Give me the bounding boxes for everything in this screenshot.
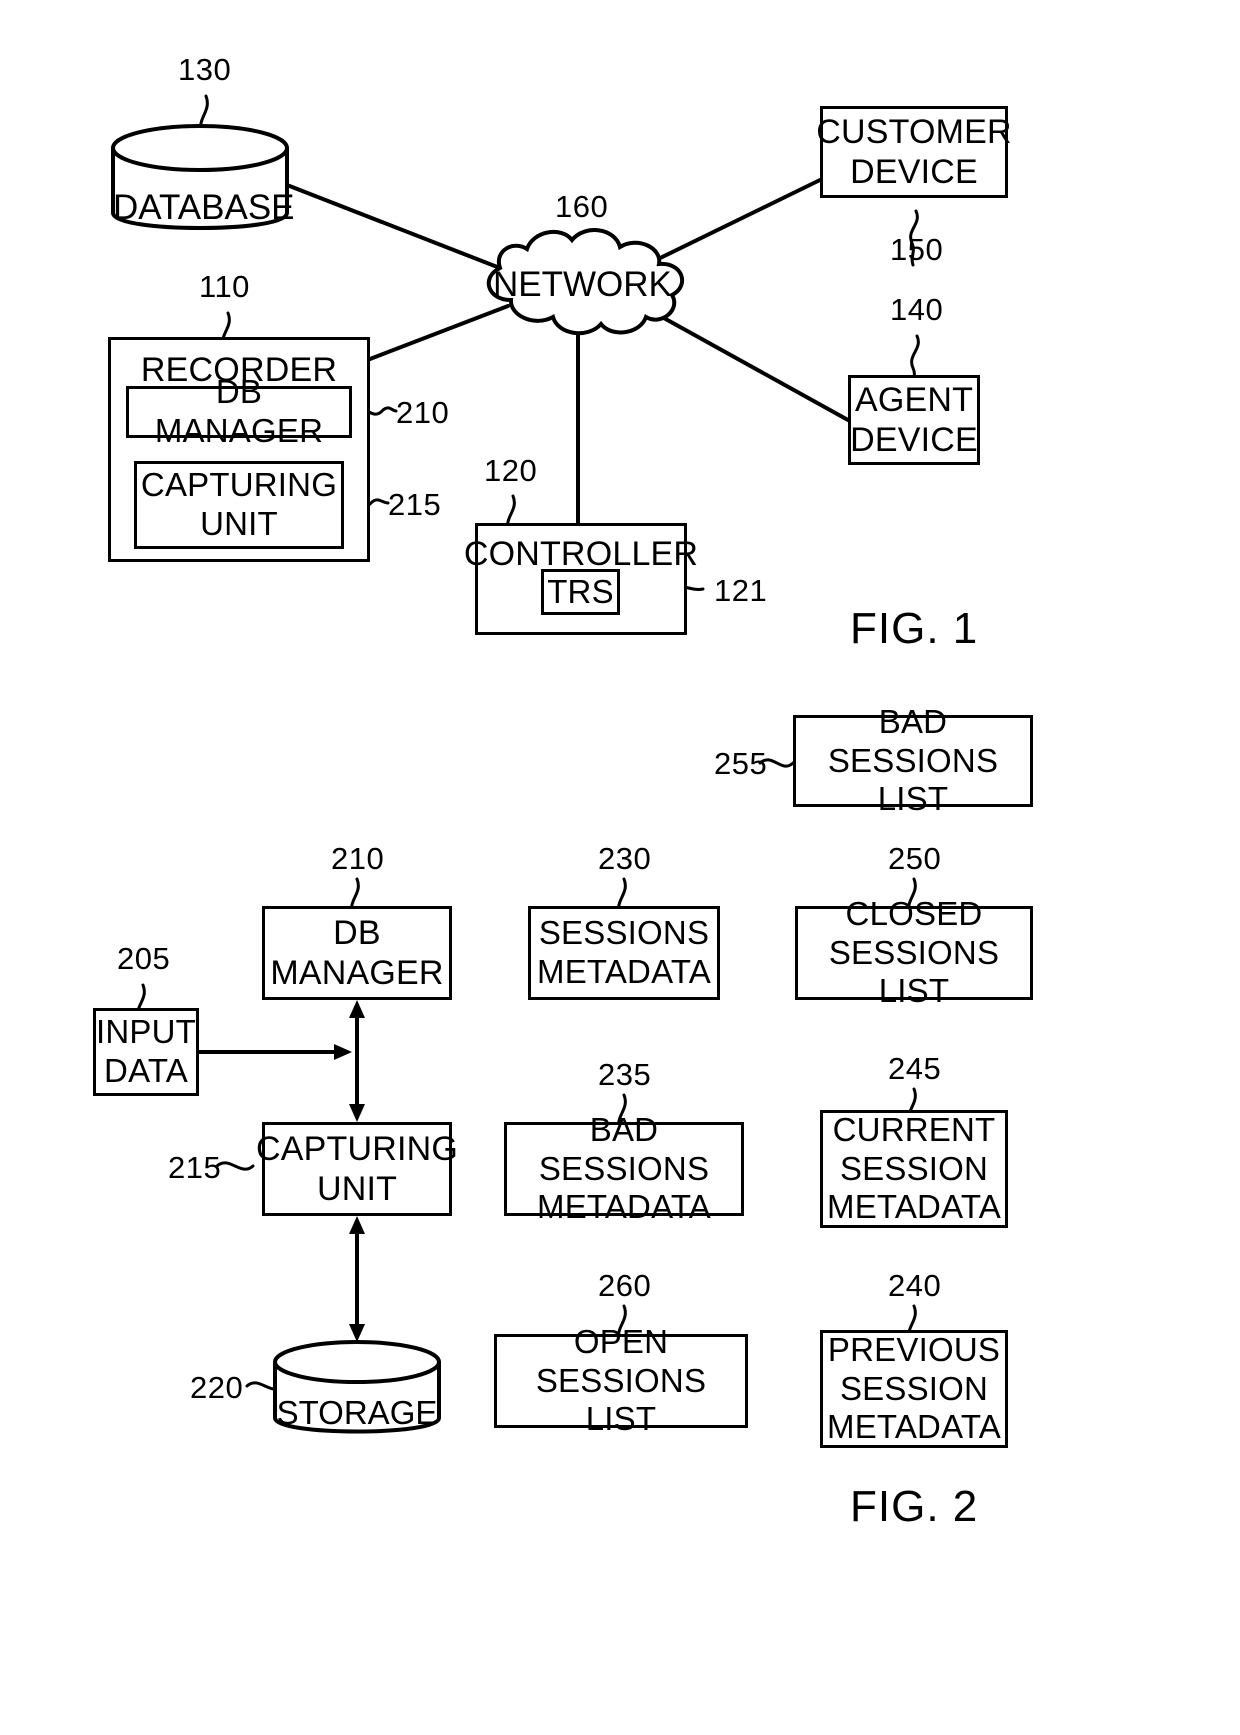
sessions-metadata-node: SESSIONS METADATA: [528, 906, 720, 1000]
current-session-metadata-node: CURRENT SESSION METADATA: [820, 1110, 1008, 1228]
link-network-agent: [651, 310, 850, 422]
ref-220: 220: [190, 1370, 244, 1405]
ref-205: 205: [117, 941, 171, 976]
arrowhead-up-capturing: [349, 1216, 365, 1234]
bad-sessions-list-label: BAD SESSIONS LIST: [827, 702, 999, 818]
ref-215-fig1: 215: [388, 487, 442, 522]
bad-sessions-list-node: BAD SESSIONS LIST: [793, 703, 1033, 817]
ref-150: 150: [890, 232, 944, 267]
arrowhead-down-capturing: [349, 1104, 365, 1122]
previous-session-metadata-label: PREVIOUS SESSION METADATA: [827, 1330, 1001, 1446]
arrowhead-input-to-dbmanager: [334, 1044, 352, 1060]
input-data-node: INPUT DATA: [93, 1008, 199, 1096]
input-data-label: INPUT DATA: [96, 1013, 196, 1089]
ref-130: 130: [178, 52, 232, 87]
arrowhead-down-storage: [349, 1324, 365, 1342]
trs-node: TRS: [541, 569, 620, 615]
ref-210-fig1: 210: [396, 395, 450, 430]
link-recorder-network: [368, 304, 510, 361]
ref-250: 250: [888, 841, 942, 876]
bad-sessions-metadata-node: BAD SESSIONS METADATA: [504, 1111, 744, 1225]
open-sessions-list-node: OPEN SESSIONS LIST: [494, 1323, 748, 1437]
ref-260: 260: [598, 1268, 652, 1303]
db-manager-node-fig2: DB MANAGER: [262, 906, 452, 1000]
leader-215-fig2: [215, 1161, 255, 1171]
figure-1-caption: FIG. 1: [850, 604, 979, 653]
ref-120: 120: [484, 453, 538, 488]
capturing-unit-label-fig1: CAPTURING UNIT: [140, 466, 338, 542]
ref-140: 140: [890, 292, 944, 327]
ref-240: 240: [888, 1268, 942, 1303]
db-manager-node-fig1: DB MANAGER: [126, 373, 352, 449]
agent-device-label: AGENT DEVICE: [850, 380, 978, 459]
capturing-unit-label-fig2: CAPTURING UNIT: [255, 1129, 459, 1208]
customer-device-label: CUSTOMER DEVICE: [816, 112, 1012, 191]
closed-sessions-list-node: CLOSED SESSIONS LIST: [795, 895, 1033, 1009]
link-network-customer: [650, 178, 822, 264]
closed-sessions-list-label: CLOSED SESSIONS LIST: [828, 894, 1000, 1010]
ref-235: 235: [598, 1057, 652, 1092]
ref-245: 245: [888, 1051, 942, 1086]
ref-210-fig2: 210: [331, 841, 385, 876]
current-session-metadata-label: CURRENT SESSION METADATA: [827, 1110, 1001, 1226]
storage-label: STORAGE: [276, 1394, 438, 1431]
link-database-network: [285, 183, 507, 272]
ref-160: 160: [555, 189, 609, 224]
ref-255: 255: [714, 746, 768, 781]
bad-sessions-metadata-label: BAD SESSIONS METADATA: [537, 1110, 711, 1226]
db-manager-label-fig1: DB MANAGER: [154, 373, 324, 449]
open-sessions-list-label: OPEN SESSIONS LIST: [535, 1322, 707, 1438]
db-manager-label-fig2: DB MANAGER: [270, 913, 444, 992]
ref-230: 230: [598, 841, 652, 876]
database-label: DATABASE: [113, 188, 295, 227]
trs-label: TRS: [547, 572, 614, 610]
storage-node: STORAGE: [275, 1362, 439, 1436]
ref-121: 121: [714, 573, 768, 608]
figure-2-caption: FIG. 2: [850, 1482, 979, 1531]
agent-device-node: AGENT DEVICE: [848, 375, 980, 465]
arrowhead-up-dbmanager: [349, 1000, 365, 1018]
patent-figure-sheet: DATABASE 130 RECORDER 110 DB MANAGER 210…: [0, 0, 1240, 1735]
sessions-metadata-label: SESSIONS METADATA: [537, 914, 711, 990]
ref-110: 110: [199, 269, 250, 304]
customer-device-node: CUSTOMER DEVICE: [816, 106, 1012, 198]
database-node: DATABASE: [113, 148, 295, 233]
ref-215-fig2: 215: [168, 1150, 222, 1185]
network-label: NETWORK: [493, 265, 672, 304]
capturing-unit-node-fig2: CAPTURING UNIT: [256, 1122, 458, 1216]
previous-session-metadata-node: PREVIOUS SESSION METADATA: [820, 1330, 1008, 1448]
capturing-unit-node-fig1: CAPTURING UNIT: [134, 461, 344, 549]
